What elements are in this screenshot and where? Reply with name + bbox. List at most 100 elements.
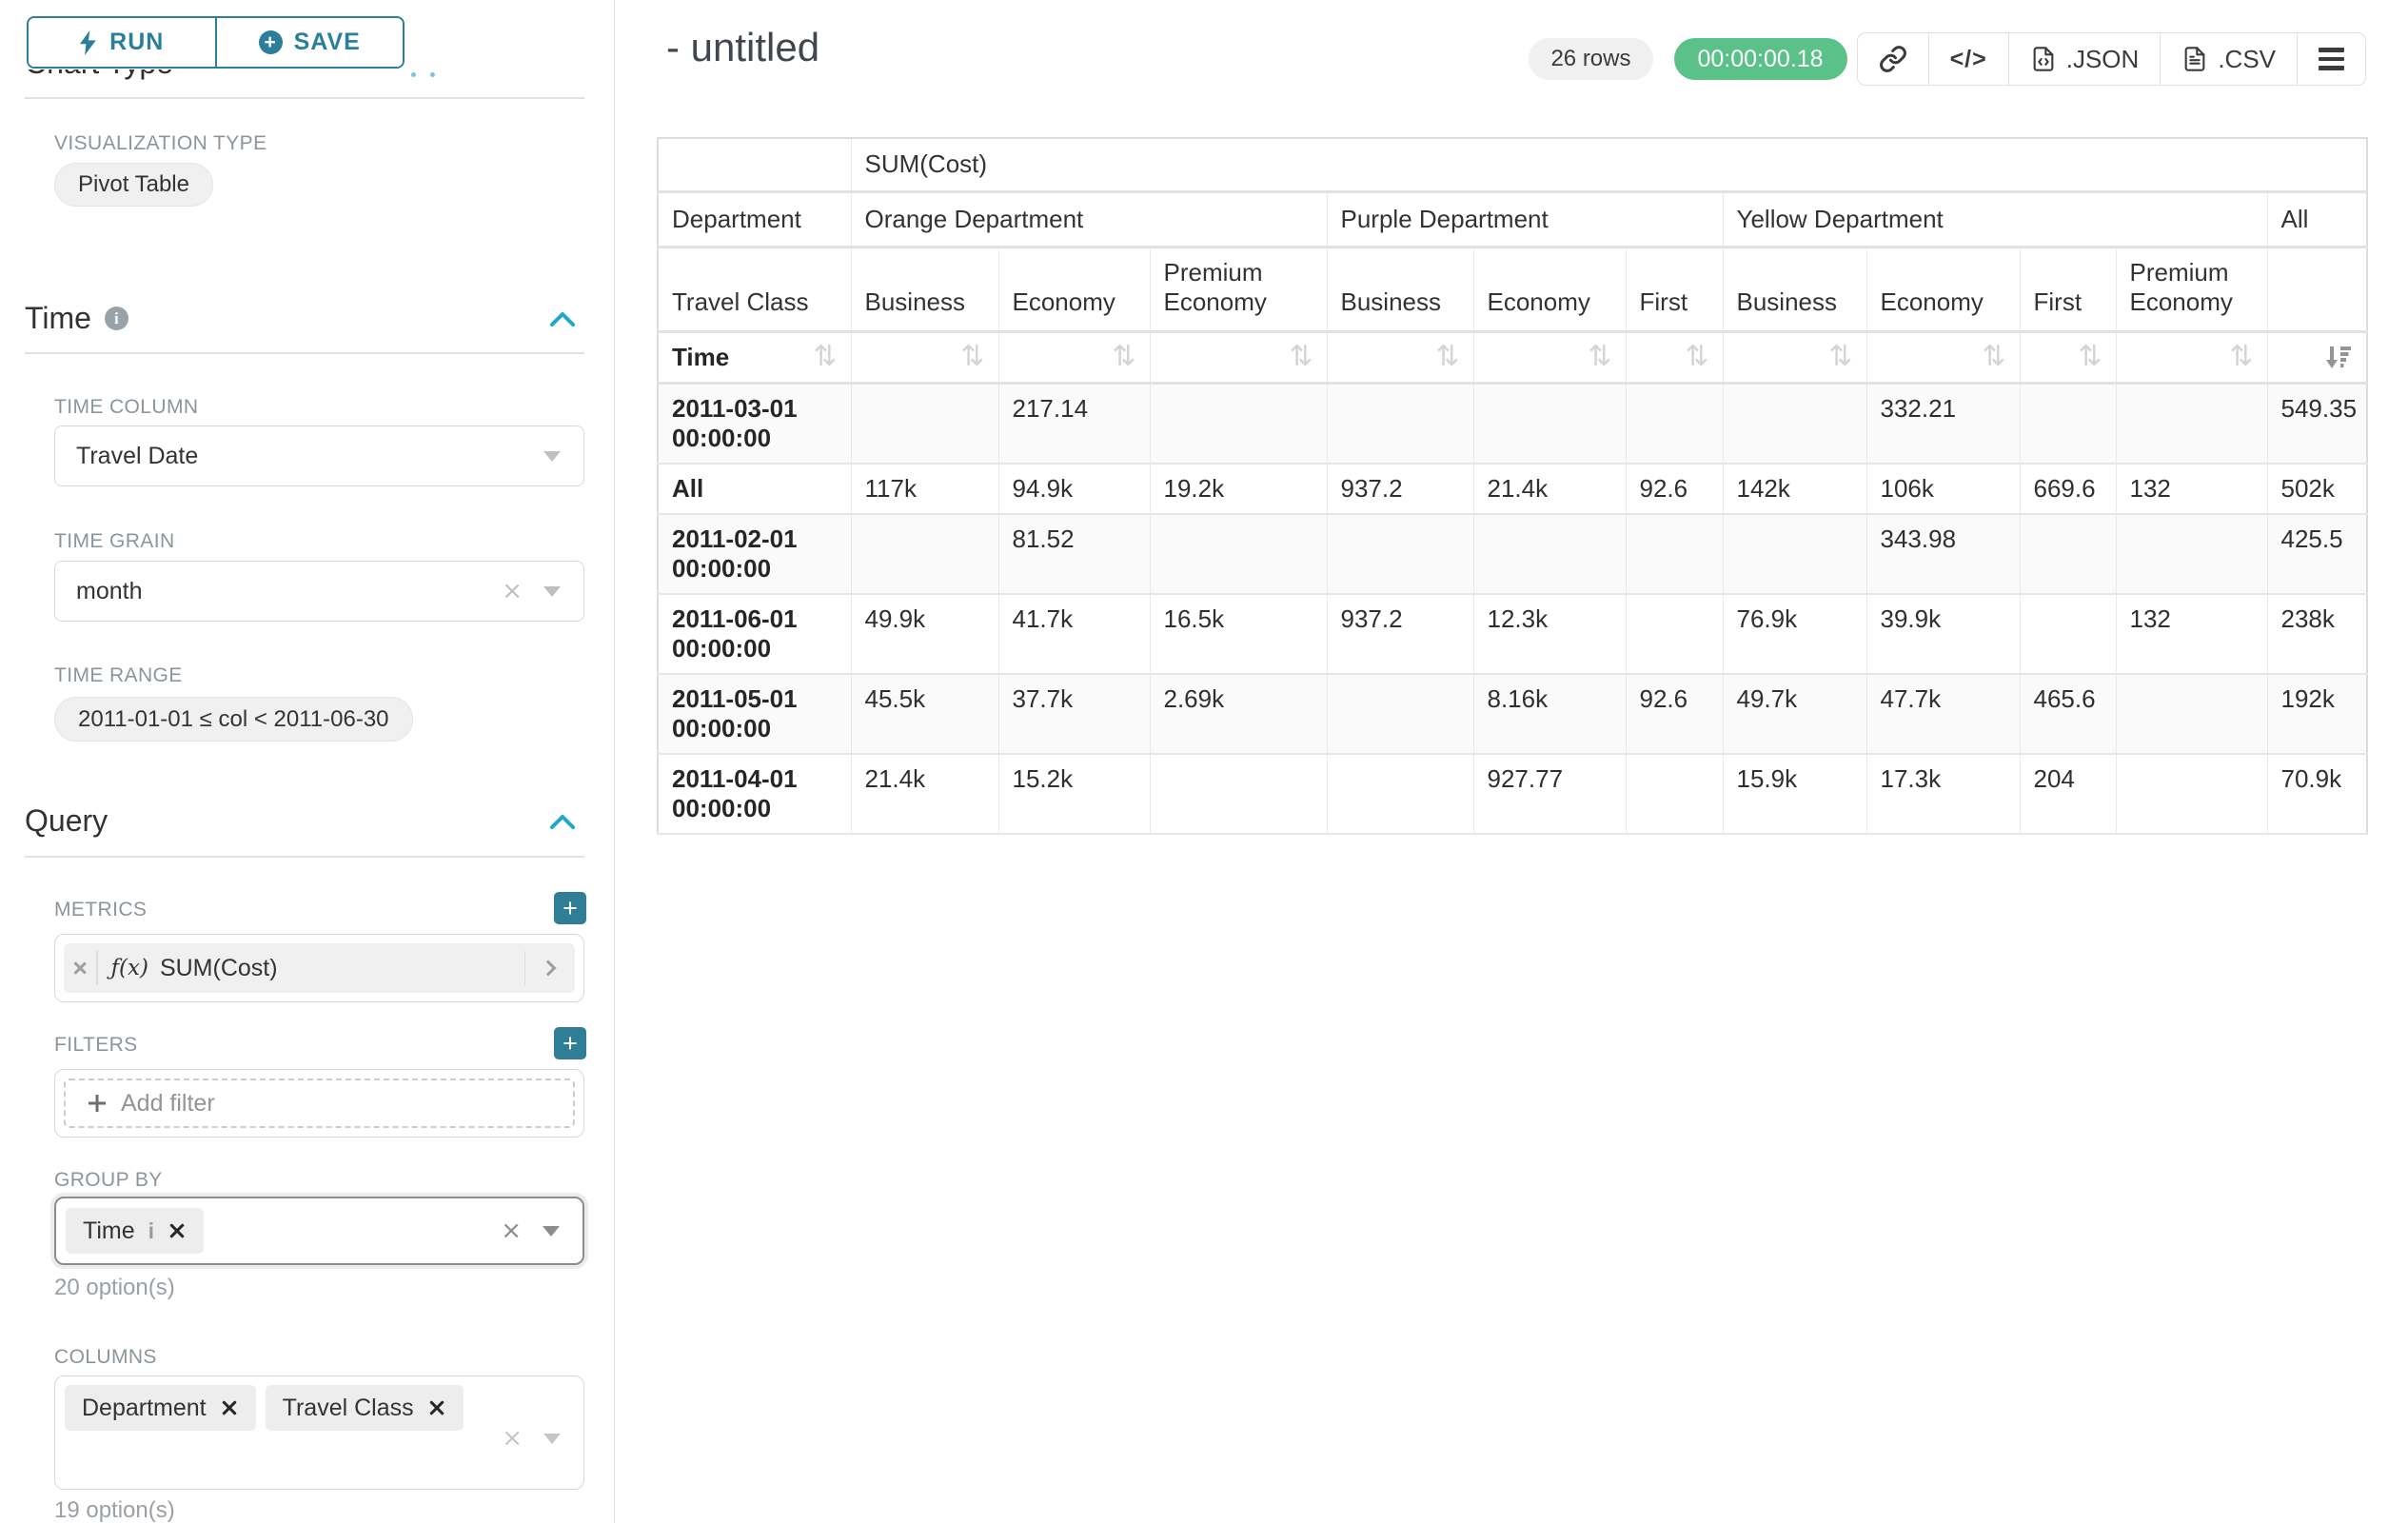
- pivot-sort-header[interactable]: Time⇅: [658, 331, 851, 383]
- sort-arrows-icon[interactable]: ⇅: [960, 343, 984, 371]
- remove-chip-icon[interactable]: [427, 1398, 446, 1417]
- export-json-button[interactable]: .JSON: [2008, 33, 2161, 85]
- pivot-metric-header: SUM(Cost): [851, 138, 2367, 191]
- sort-arrows-icon[interactable]: ⇅: [1588, 343, 1611, 371]
- time-range-label: TIME RANGE: [54, 664, 183, 687]
- pivot-cell: [1150, 754, 1327, 834]
- pivot-col-header: [2267, 247, 2367, 331]
- pivot-cell: 217.14: [998, 383, 1150, 464]
- group-by-select[interactable]: Time i ×: [54, 1197, 584, 1265]
- sort-arrows-icon[interactable]: ⇅: [2078, 343, 2102, 371]
- pivot-sort-header[interactable]: ⇅: [998, 331, 1150, 383]
- pivot-sort-header[interactable]: ⇅: [851, 331, 998, 383]
- pivot-sort-header[interactable]: [2267, 331, 2367, 383]
- add-metric-button[interactable]: +: [554, 892, 586, 924]
- export-csv-label: .CSV: [2218, 45, 2276, 74]
- group-by-chip[interactable]: Time i: [66, 1208, 204, 1254]
- control-panel: Chart Type RUN + SAVE VISUALIZATION TYPE…: [0, 0, 615, 1523]
- sort-arrows-icon[interactable]: ⇅: [1685, 343, 1708, 371]
- viz-type-pill[interactable]: Pivot Table: [54, 163, 213, 207]
- embed-code-button[interactable]: </>: [1928, 33, 2008, 85]
- menu-button[interactable]: [2297, 33, 2365, 85]
- sort-arrows-icon[interactable]: ⇅: [1112, 343, 1135, 371]
- pivot-cell: 204: [2020, 754, 2116, 834]
- group-by-chip-label: Time: [83, 1217, 135, 1245]
- columns-select[interactable]: Department Travel Class ×: [54, 1376, 584, 1490]
- pivot-cell: 8.16k: [1473, 674, 1626, 754]
- pivot-cell: [1327, 383, 1473, 464]
- time-section-title: Time i: [25, 301, 128, 336]
- fx-icon: ƒ(x): [111, 956, 148, 980]
- columns-chip[interactable]: Travel Class: [266, 1385, 464, 1431]
- metric-chip[interactable]: ƒ(x) SUM(Cost): [64, 943, 575, 993]
- remove-chip-icon[interactable]: [220, 1398, 239, 1417]
- run-button[interactable]: RUN: [29, 18, 217, 67]
- sort-arrows-icon[interactable]: ⇅: [1828, 343, 1852, 371]
- pivot-cell: 17.3k: [1866, 754, 2020, 834]
- time-section-collapse[interactable]: [550, 311, 575, 327]
- pivot-cell: 16.5k: [1150, 594, 1327, 674]
- pivot-cell: [1150, 383, 1327, 464]
- chevron-right-icon[interactable]: [541, 960, 557, 977]
- time-column-value: Travel Date: [55, 443, 198, 470]
- pivot-col-header: First: [1626, 247, 1723, 331]
- x-icon[interactable]: ×: [502, 579, 523, 604]
- section-divider: [25, 352, 584, 354]
- chevron-up-icon: [550, 814, 575, 829]
- explore-header: - untitled 26 rows 00:00:00.18 </>: [666, 0, 2366, 114]
- pivot-sort-header[interactable]: ⇅: [1150, 331, 1327, 383]
- pivot-header-row: SUM(Cost): [658, 138, 2367, 191]
- pivot-cell: 425.5: [2267, 514, 2367, 594]
- sort-arrows-icon[interactable]: ⇅: [1435, 343, 1459, 371]
- add-filter-button[interactable]: Add filter: [64, 1079, 575, 1128]
- add-filter-plus-button[interactable]: +: [554, 1027, 586, 1059]
- columns-chip[interactable]: Department: [65, 1385, 256, 1431]
- sort-desc-icon[interactable]: [2324, 343, 2353, 371]
- pivot-data-row: 2011-06-01 00:00:0049.9k41.7k16.5k937.21…: [658, 594, 2367, 674]
- pivot-row-label: 2011-03-01 00:00:00: [658, 383, 851, 464]
- sort-arrows-icon[interactable]: ⇅: [813, 343, 837, 371]
- share-link-button[interactable]: [1858, 33, 1928, 85]
- pivot-cell: 132: [2116, 464, 2267, 514]
- pivot-cell: [1723, 514, 1866, 594]
- save-button[interactable]: + SAVE: [217, 18, 404, 67]
- time-grain-select[interactable]: month ×: [54, 561, 584, 622]
- pivot-cell: 142k: [1723, 464, 1866, 514]
- pivot-cell: 343.98: [1866, 514, 2020, 594]
- pivot-col-header: Premium Economy: [1150, 247, 1327, 331]
- pivot-sort-header[interactable]: ⇅: [2020, 331, 2116, 383]
- pivot-cell: 549.35: [2267, 383, 2367, 464]
- pivot-col-header: Business: [1723, 247, 1866, 331]
- pivot-sort-header[interactable]: ⇅: [2116, 331, 2267, 383]
- pivot-cell: 502k: [2267, 464, 2367, 514]
- pivot-sort-header[interactable]: ⇅: [1626, 331, 1723, 383]
- pivot-col-header: Economy: [998, 247, 1150, 331]
- time-range-pill[interactable]: 2011-01-01 ≤ col < 2011-06-30: [54, 697, 413, 742]
- pivot-sort-header[interactable]: ⇅: [1473, 331, 1626, 383]
- pivot-sort-header[interactable]: ⇅: [1723, 331, 1866, 383]
- pivot-cell: [1626, 594, 1723, 674]
- chart-title[interactable]: - untitled: [666, 25, 819, 114]
- scroll-dot: [430, 72, 435, 77]
- x-icon[interactable]: ×: [501, 1218, 522, 1243]
- pivot-sort-header[interactable]: ⇅: [1866, 331, 2020, 383]
- pivot-sort-header[interactable]: ⇅: [1327, 331, 1473, 383]
- file-text-icon: [2181, 45, 2208, 73]
- sort-arrows-icon[interactable]: ⇅: [2229, 343, 2253, 371]
- pivot-cell: 106k: [1866, 464, 2020, 514]
- caret-down-icon: [543, 1226, 560, 1237]
- code-icon: </>: [1950, 46, 1987, 73]
- remove-metric-icon[interactable]: [64, 960, 96, 976]
- x-icon[interactable]: ×: [502, 1426, 523, 1451]
- sort-arrows-icon[interactable]: ⇅: [1289, 343, 1313, 371]
- time-column-select[interactable]: Travel Date: [54, 426, 584, 486]
- export-csv-button[interactable]: .CSV: [2160, 33, 2297, 85]
- query-section-collapse[interactable]: [550, 814, 575, 829]
- section-divider: [25, 97, 584, 99]
- pivot-table-container: SUM(Cost)DepartmentOrange DepartmentPurp…: [657, 137, 2368, 835]
- pivot-data-row: 2011-04-01 00:00:0021.4k15.2k927.7715.9k…: [658, 754, 2367, 834]
- remove-chip-icon[interactable]: [168, 1221, 187, 1240]
- pivot-dim-label: Travel Class: [658, 247, 851, 331]
- sort-arrows-icon[interactable]: ⇅: [1982, 343, 2005, 371]
- pivot-cell: 238k: [2267, 594, 2367, 674]
